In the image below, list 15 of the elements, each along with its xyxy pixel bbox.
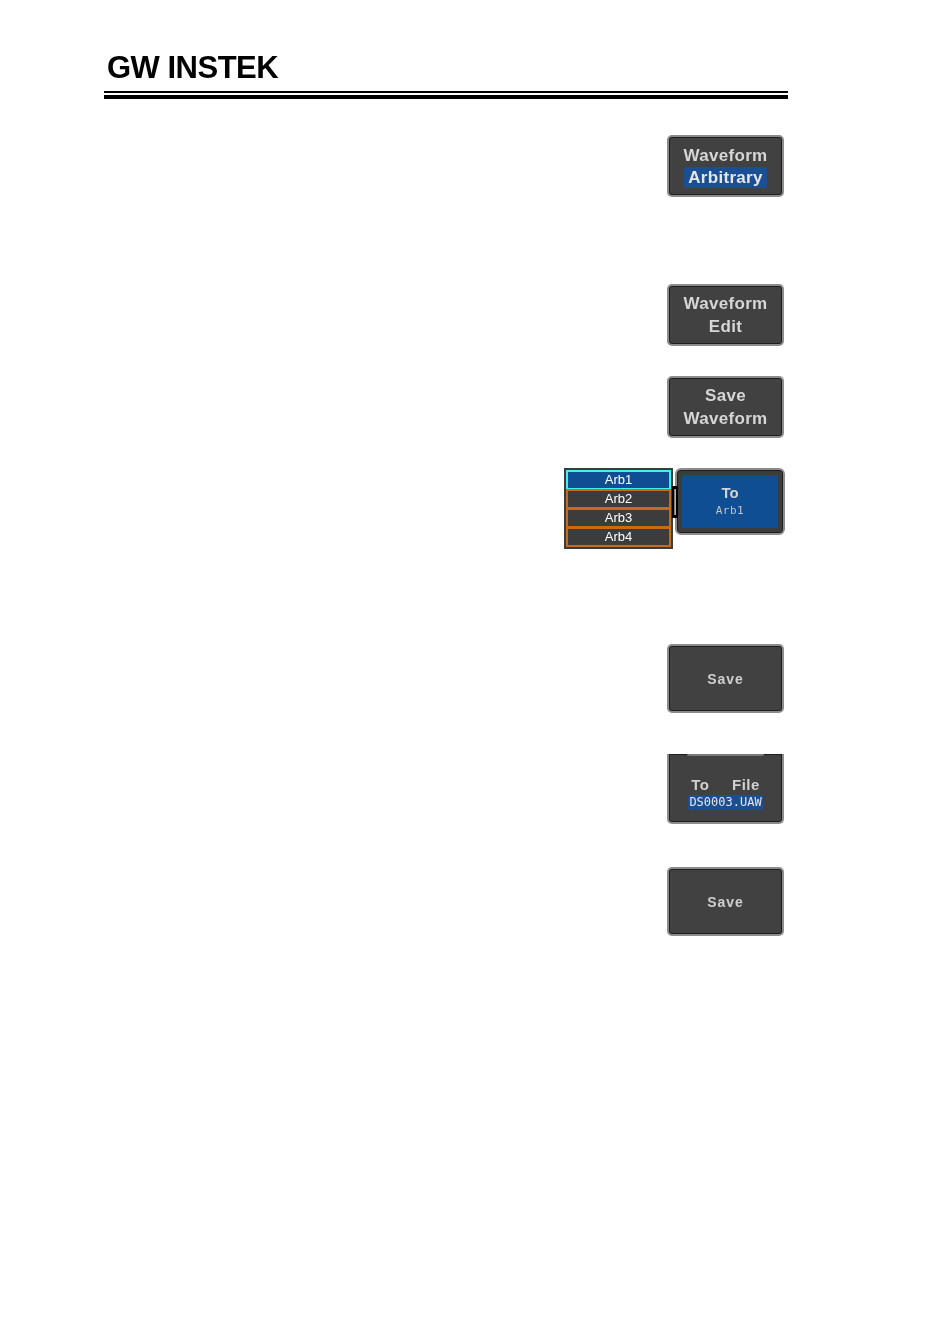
menu-option[interactable]: Arb2 xyxy=(566,489,671,509)
selected-value: Arbitrary xyxy=(684,167,767,188)
softkey-button[interactable]: Waveform Arbitrary xyxy=(667,135,784,197)
softkey-button[interactable]: Save xyxy=(667,644,784,713)
menu-option[interactable]: Arb1 xyxy=(566,470,671,490)
softkey-button[interactable]: To File DS0003.UAW xyxy=(667,754,784,824)
softkey-button[interactable]: To Arb1 xyxy=(675,468,785,535)
softkey-button[interactable]: Waveform Edit xyxy=(667,284,784,346)
softkey-button[interactable]: Save xyxy=(667,867,784,936)
connector-icon xyxy=(672,486,678,518)
softkey-button[interactable]: Save Waveform xyxy=(667,376,784,438)
menu-option[interactable]: Arb4 xyxy=(566,527,671,547)
brand-logo: GW INSTEK xyxy=(107,55,279,81)
file-name-value: DS0003.UAW xyxy=(688,794,763,810)
menu-option[interactable]: Arb3 xyxy=(566,508,671,528)
